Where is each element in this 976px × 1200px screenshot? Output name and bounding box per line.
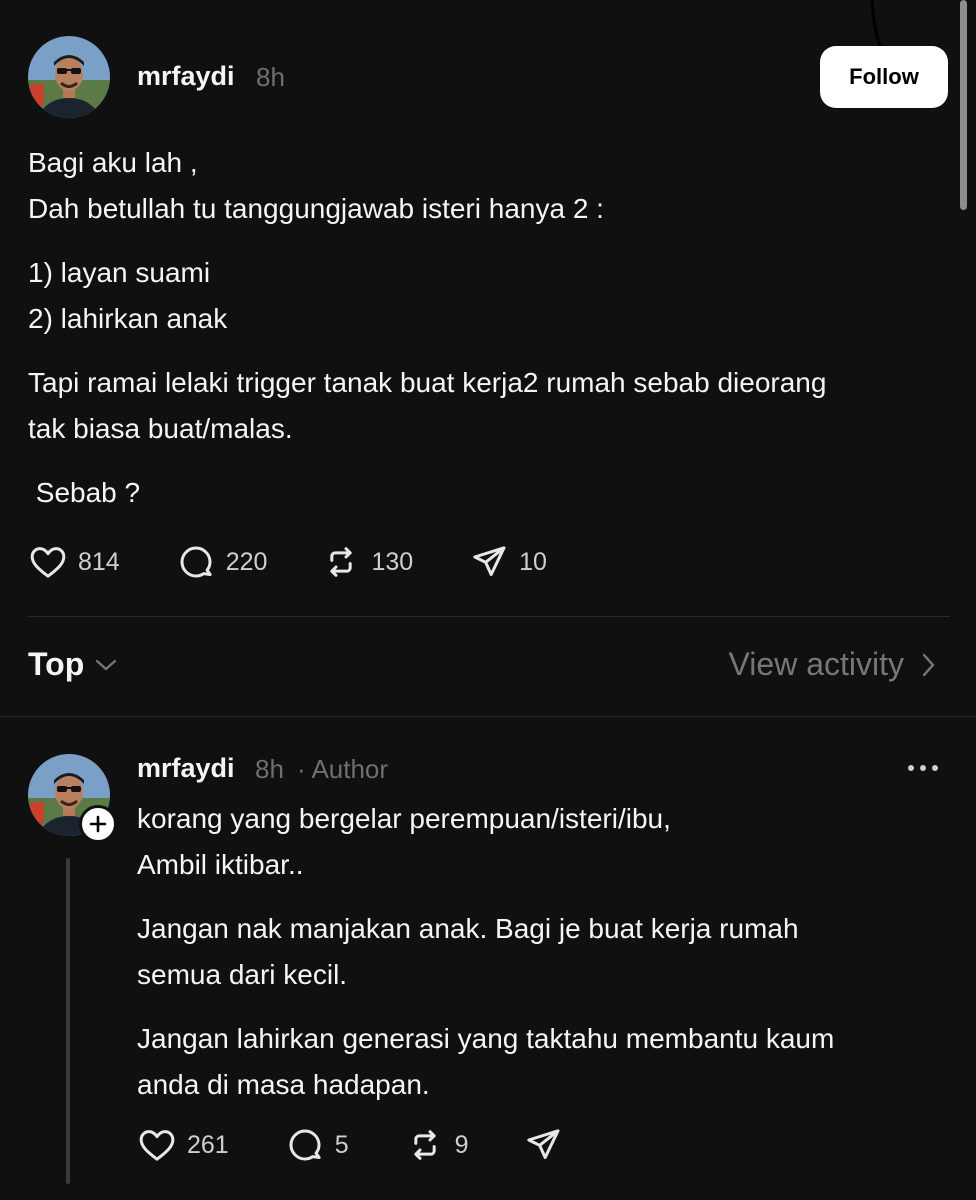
view-activity-label: View activity — [728, 646, 904, 682]
reply-share-button[interactable] — [523, 1125, 563, 1165]
reply-time: 8h — [255, 754, 284, 784]
reply-repost-button[interactable]: 9 — [405, 1125, 469, 1165]
reply-line: semua dari kecil. — [137, 959, 348, 990]
repost-button[interactable]: 130 — [321, 542, 413, 582]
repost-icon — [413, 1130, 436, 1160]
plus-icon — [89, 815, 107, 833]
sort-dropdown[interactable]: Top — [28, 646, 118, 683]
reply-repost-count: 9 — [454, 1130, 469, 1159]
reply-username[interactable]: mrfaydi — [137, 753, 235, 784]
comment-icon — [180, 546, 212, 578]
repost-icon — [330, 547, 353, 577]
post-username[interactable]: mrfaydi — [137, 61, 235, 92]
like-button[interactable]: 814 — [28, 542, 120, 582]
scrollbar[interactable] — [960, 0, 967, 210]
post-divider — [28, 616, 950, 617]
reply-like-button[interactable]: 261 — [137, 1125, 229, 1165]
chevron-down-icon — [96, 659, 117, 670]
reply-line: Jangan nak manjakan anak. Bagi je buat k… — [137, 913, 799, 944]
view-activity-link[interactable]: View activity — [729, 646, 936, 683]
post-line: Tapi ramai lelaki trigger tanak buat ker… — [28, 367, 827, 398]
more-icon[interactable] — [906, 760, 942, 776]
reply-line: korang yang bergelar perempuan/isteri/ib… — [137, 803, 671, 834]
post-line: Bagi aku lah , — [28, 147, 198, 178]
post-avatar[interactable] — [28, 36, 110, 118]
comment-icon — [289, 1129, 321, 1161]
author-tag: · Author — [297, 754, 389, 784]
post-line: tak biasa buat/malas. — [28, 413, 293, 444]
share-count: 10 — [519, 547, 547, 576]
share-button[interactable]: 10 — [469, 542, 547, 582]
send-icon — [473, 546, 506, 576]
post-actions: 814 220 130 10 — [28, 542, 547, 582]
post-line: Dah betullah tu tanggungjawab isteri han… — [28, 193, 604, 224]
reply-reply-button[interactable]: 5 — [285, 1125, 349, 1165]
post-body: Bagi aku lah , Dah betullah tu tanggungj… — [28, 140, 948, 516]
reply-actions: 261 5 9 — [137, 1125, 563, 1165]
reply-count: 220 — [225, 547, 268, 576]
scroll-indicator-line — [870, 0, 882, 47]
section-divider — [0, 716, 976, 717]
reply-line: Jangan lahirkan generasi yang taktahu me… — [137, 1023, 835, 1054]
post-line: 2) lahirkan anak — [28, 303, 228, 334]
like-count: 814 — [78, 547, 120, 576]
repost-count: 130 — [371, 547, 414, 576]
chevron-right-icon — [922, 653, 935, 676]
reply-like-count: 261 — [187, 1130, 229, 1159]
reply-button[interactable]: 220 — [176, 542, 268, 582]
post-line: Sebab ? — [28, 477, 141, 508]
heart-icon — [30, 547, 66, 578]
thread-line — [66, 858, 70, 1184]
post-time: 8h — [256, 62, 285, 92]
follow-plus-button[interactable] — [79, 805, 117, 843]
send-icon — [526, 1129, 560, 1159]
reply-reply-count: 5 — [334, 1130, 349, 1159]
reply-line: anda di masa hadapan. — [137, 1069, 430, 1100]
sort-label: Top — [28, 646, 85, 682]
heart-icon — [139, 1130, 175, 1161]
reply-body: korang yang bergelar perempuan/isteri/ib… — [137, 796, 937, 1108]
follow-button[interactable]: Follow — [820, 46, 948, 108]
reply-line: Ambil iktibar.. — [137, 849, 304, 880]
post-line: 1) layan suami — [28, 257, 211, 288]
